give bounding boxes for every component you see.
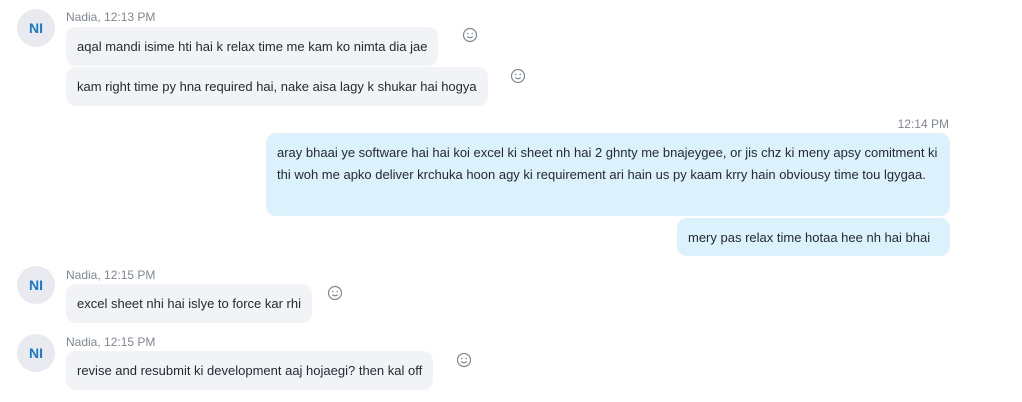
smiley-icon[interactable]: [456, 352, 472, 368]
message-text: mery pas relax time hotaa hee nh hai bha…: [688, 230, 931, 245]
message-bubble[interactable]: aqal mandi isime hti hai k relax time me…: [66, 27, 439, 66]
message-bubble[interactable]: kam right time py hna required hai, nake…: [66, 67, 488, 106]
message-text: revise and resubmit ki development aaj h…: [77, 363, 423, 378]
message-text: aray bhaai ye software hai hai koi excel…: [277, 145, 938, 182]
message-bubble[interactable]: excel sheet nhi hai islye to force kar r…: [66, 284, 312, 323]
smiley-icon[interactable]: [327, 285, 343, 301]
message-bubble[interactable]: mery pas relax time hotaa hee nh hai bha…: [677, 218, 950, 256]
message-sender-time: Nadia, 12:15 PM: [66, 335, 156, 349]
avatar[interactable]: NI: [17, 9, 55, 47]
message-time: 12:14 PM: [897, 117, 949, 131]
message-sender-time: Nadia, 12:15 PM: [66, 268, 156, 282]
smiley-icon[interactable]: [462, 27, 478, 43]
message-text: kam right time py hna required hai, nake…: [77, 79, 477, 94]
message-bubble[interactable]: aray bhaai ye software hai hai koi excel…: [266, 133, 950, 216]
message-bubble[interactable]: revise and resubmit ki development aaj h…: [66, 351, 434, 390]
avatar[interactable]: NI: [17, 334, 55, 372]
message-sender-time: Nadia, 12:13 PM: [66, 10, 156, 24]
message-text: excel sheet nhi hai islye to force kar r…: [77, 296, 301, 311]
smiley-icon[interactable]: [510, 68, 526, 84]
message-text: aqal mandi isime hti hai k relax time me…: [77, 39, 428, 54]
avatar[interactable]: NI: [17, 266, 55, 304]
